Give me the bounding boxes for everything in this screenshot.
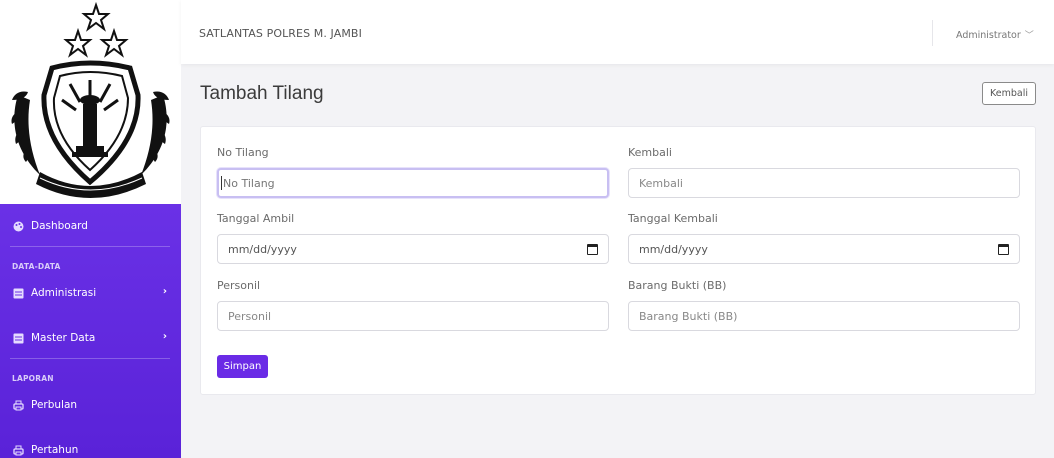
police-logo xyxy=(0,0,181,204)
kembali-placeholder: Kembali xyxy=(639,176,683,190)
sidebar-item-label: Dashboard xyxy=(31,220,88,232)
chevron-right-icon: › xyxy=(162,286,167,297)
personil-placeholder: Personil xyxy=(228,309,272,323)
barang-bukti-placeholder: Barang Bukti (BB) xyxy=(639,309,738,323)
sidebar-item-master-data[interactable]: Master Data › xyxy=(0,327,181,349)
chevron-right-icon: › xyxy=(162,331,167,342)
tanggal-ambil-placeholder: mm/dd/yyyy xyxy=(228,242,297,256)
user-name: Administrator xyxy=(956,30,1021,41)
list-icon xyxy=(12,287,24,299)
sidebar-item-administrasi[interactable]: Administrasi › xyxy=(0,282,181,304)
top-navbar: SATLANTAS POLRES M. JAMBI Administrator ﹀ xyxy=(181,0,1054,64)
calendar-icon[interactable] xyxy=(587,243,598,255)
personil-label: Personil xyxy=(217,279,261,292)
sidebar-item-pertahun[interactable]: Pertahun xyxy=(0,439,181,458)
sidebar: Dashboard DATA-DATA Administrasi › Maste… xyxy=(0,0,181,458)
no-tilang-input[interactable]: No Tilang xyxy=(217,168,609,198)
list-icon xyxy=(12,332,24,344)
page-title: Tambah Tilang xyxy=(200,83,324,104)
form-card: No Tilang No Tilang Tanggal Ambil mm/dd/… xyxy=(200,126,1036,395)
sidebar-divider xyxy=(10,246,170,247)
topbar-divider xyxy=(932,20,933,46)
sidebar-item-label: Administrasi xyxy=(31,287,97,299)
sidebar-divider xyxy=(10,358,170,359)
tanggal-kembali-placeholder: mm/dd/yyyy xyxy=(639,242,708,256)
tanggal-kembali-label: Tanggal Kembali xyxy=(628,212,718,225)
barang-bukti-input[interactable]: Barang Bukti (BB) xyxy=(628,301,1020,331)
chevron-down-icon: ﹀ xyxy=(1024,31,1034,41)
sidebar-heading-data: DATA-DATA xyxy=(12,262,61,271)
tanggal-ambil-label: Tanggal Ambil xyxy=(217,212,295,225)
save-button[interactable]: Simpan xyxy=(217,355,268,378)
sidebar-item-dashboard[interactable]: Dashboard xyxy=(0,215,181,237)
sidebar-item-perbulan[interactable]: Perbulan xyxy=(0,394,181,416)
barang-bukti-label: Barang Bukti (BB) xyxy=(628,279,727,292)
sidebar-item-label: Pertahun xyxy=(31,444,79,456)
sidebar-item-label: Perbulan xyxy=(31,399,78,411)
printer-icon xyxy=(12,399,24,411)
sidebar-heading-laporan: LAPORAN xyxy=(12,374,54,383)
no-tilang-label: No Tilang xyxy=(217,146,269,159)
text-caret xyxy=(221,176,222,190)
police-emblem-icon xyxy=(11,1,170,198)
tanggal-kembali-input[interactable]: mm/dd/yyyy xyxy=(628,234,1020,264)
kembali-input[interactable]: Kembali xyxy=(628,168,1020,198)
personil-input[interactable]: Personil xyxy=(217,301,609,331)
calendar-icon[interactable] xyxy=(998,243,1009,255)
brand-title: SATLANTAS POLRES M. JAMBI xyxy=(199,27,362,40)
printer-icon xyxy=(12,444,24,456)
user-menu[interactable]: Administrator ﹀ xyxy=(956,28,1034,41)
palette-icon xyxy=(12,220,24,232)
tanggal-ambil-input[interactable]: mm/dd/yyyy xyxy=(217,234,609,264)
sidebar-nav: Dashboard DATA-DATA Administrasi › Maste… xyxy=(0,204,181,458)
no-tilang-placeholder: No Tilang xyxy=(223,176,275,190)
sidebar-item-label: Master Data xyxy=(31,332,96,344)
back-button[interactable]: Kembali xyxy=(982,82,1036,105)
kembali-label: Kembali xyxy=(628,146,672,159)
